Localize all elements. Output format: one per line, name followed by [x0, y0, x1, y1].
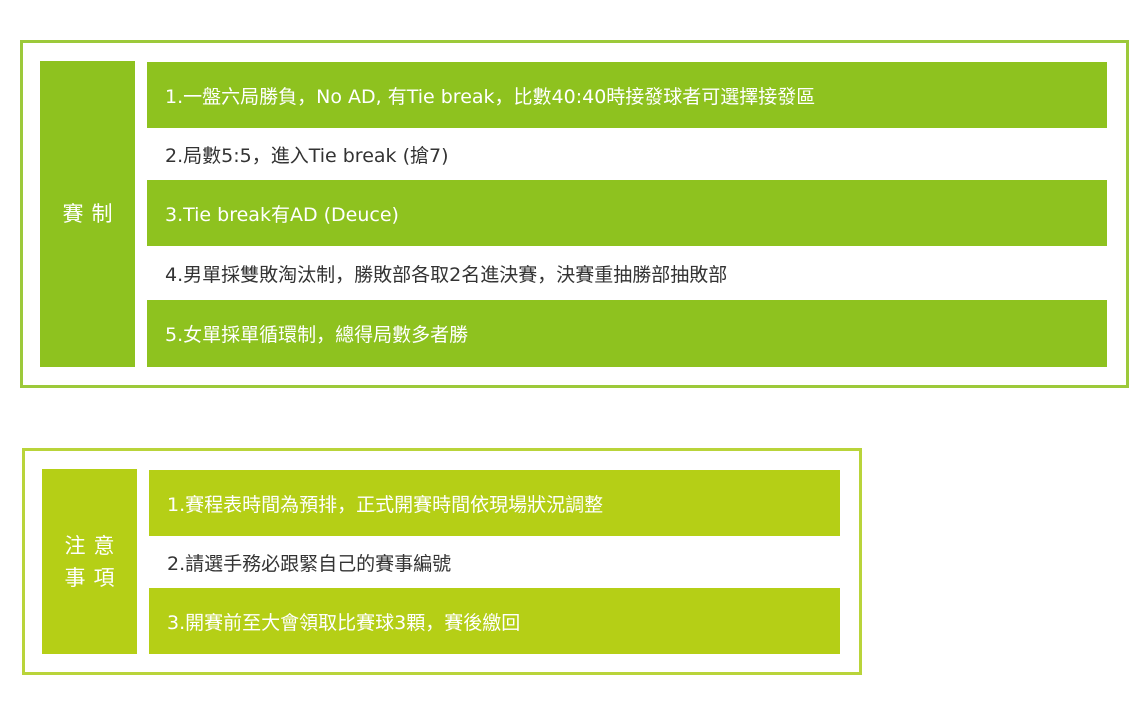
notes-item-2: 2.請選手務必跟緊自己的賽事編號	[149, 536, 840, 588]
notes-label-line-2: 事項	[64, 565, 123, 590]
rules-item-3: 3.Tie break有AD (Deuce)	[147, 180, 1107, 246]
rules-item-4: 4.男單採雙敗淘汰制，勝敗部各取2名進決賽，決賽重抽勝部抽敗部	[147, 246, 1107, 300]
notes-item-3: 3.開賽前至大會領取比賽球3顆，賽後繳回	[149, 588, 840, 654]
rules-item-1: 1.一盤六局勝負，No AD, 有Tie break，比數40:40時接發球者可…	[147, 62, 1107, 128]
rules-item-5: 5.女單採單循環制，總得局數多者勝	[147, 300, 1107, 367]
rules-label: 賽制	[40, 61, 135, 367]
rules-item-2: 2.局數5:5，進入Tie break (搶7)	[147, 128, 1107, 180]
notes-label: 注意 事項	[42, 469, 137, 654]
notes-label-line-1: 注意	[64, 533, 123, 558]
notes-item-1: 1.賽程表時間為預排，正式開賽時間依現場狀況調整	[149, 470, 840, 536]
rules-label-text: 賽制	[62, 202, 121, 226]
